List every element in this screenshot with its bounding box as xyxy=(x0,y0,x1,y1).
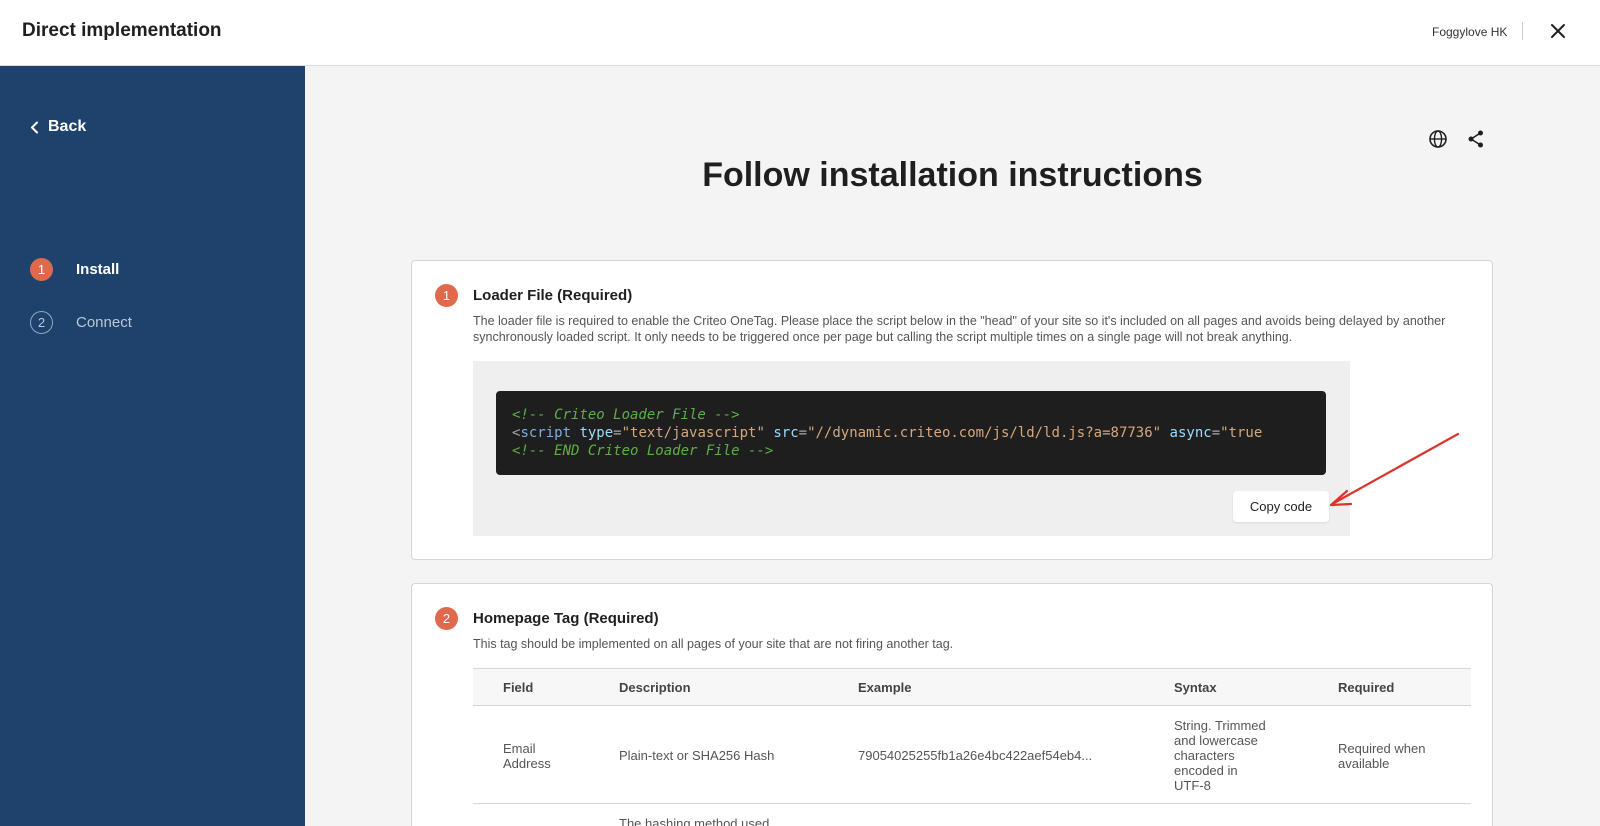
code-comment: <!-- END Criteo Loader File --> xyxy=(512,443,774,459)
code-token: script xyxy=(520,425,572,441)
cell-syntax xyxy=(1144,803,1308,826)
table-row: Email Address Plain-text or SHA256 Hash … xyxy=(473,705,1471,804)
share-button[interactable] xyxy=(1465,128,1487,150)
cell-required xyxy=(1308,803,1471,826)
column-header: Description xyxy=(589,668,828,706)
code-token: "//dynamic.criteo.com/js/ld/ld.js?a=8773… xyxy=(807,425,1162,441)
code-token: async xyxy=(1169,425,1212,441)
divider xyxy=(1522,22,1523,40)
cell-field xyxy=(473,803,589,826)
step-label: Install xyxy=(76,261,120,278)
page-title: Direct implementation xyxy=(22,20,222,41)
code-token: type xyxy=(579,425,614,441)
close-icon xyxy=(1551,24,1565,38)
share-icon xyxy=(1468,130,1483,148)
code-token: "text/javascript" xyxy=(621,425,765,441)
step-connect[interactable]: 2 Connect xyxy=(30,311,132,334)
step-label: Connect xyxy=(76,314,132,331)
step-badge: 2 xyxy=(435,607,458,630)
cell-syntax: String. Trimmed and lowercase characters… xyxy=(1144,705,1308,804)
back-label: Back xyxy=(48,118,87,135)
card-title: Homepage Tag (Required) xyxy=(473,610,659,627)
step-number: 2 xyxy=(30,311,53,334)
card-description: This tag should be implemented on all pa… xyxy=(473,637,954,651)
column-header: Syntax xyxy=(1144,668,1308,706)
cell-description: Plain-text or SHA256 Hash xyxy=(589,705,828,804)
cell-example: 79054025255fb1a26e4bc422aef54eb4... xyxy=(828,705,1144,804)
close-button[interactable] xyxy=(1545,18,1571,44)
table-row: The hashing method used for the email. P… xyxy=(473,803,1471,826)
cell-example xyxy=(828,803,1144,826)
card-title: Loader File (Required) xyxy=(473,287,633,304)
code-token: = xyxy=(1211,425,1221,441)
column-header: Required xyxy=(1308,668,1471,706)
homepage-tag-card: 2 Homepage Tag (Required) This tag shoul… xyxy=(411,583,1493,826)
code-token: "true xyxy=(1220,425,1263,441)
cell-field: Email Address xyxy=(473,705,589,804)
page-heading: Follow installation instructions xyxy=(702,156,1203,194)
back-button[interactable]: Back xyxy=(30,118,86,136)
column-header: Field xyxy=(473,668,589,706)
code-token: src xyxy=(773,425,799,441)
code-block[interactable]: <!-- Criteo Loader File --> <script type… xyxy=(496,391,1326,475)
code-comment: <!-- Criteo Loader File --> xyxy=(512,407,740,423)
cell-description: The hashing method used for the email. P… xyxy=(589,803,828,826)
fields-table: Field Description Example Syntax Require… xyxy=(473,668,1471,826)
step-number: 1 xyxy=(30,258,53,281)
step-install[interactable]: 1 Install xyxy=(30,258,119,281)
copy-code-button[interactable]: Copy code xyxy=(1233,491,1329,522)
sidebar: Back 1 Install 2 Connect xyxy=(0,66,305,826)
globe-icon xyxy=(1429,130,1447,148)
annotation-arrow xyxy=(1329,432,1460,507)
step-badge: 1 xyxy=(435,284,458,307)
table-header-row: Field Description Example Syntax Require… xyxy=(473,668,1471,706)
code-snippet-panel: <!-- Criteo Loader File --> <script type… xyxy=(473,361,1350,536)
top-bar: Direct implementation Foggylove HK xyxy=(0,0,1600,66)
card-description: The loader file is required to enable th… xyxy=(473,314,1446,344)
chevron-left-icon xyxy=(31,121,38,133)
column-header: Example xyxy=(828,668,1144,706)
loader-file-card: 1 Loader File (Required) The loader file… xyxy=(411,260,1493,560)
account-name[interactable]: Foggylove HK xyxy=(1432,25,1507,39)
language-button[interactable] xyxy=(1427,128,1449,150)
code-token: = xyxy=(798,425,808,441)
code-token: = xyxy=(613,425,622,441)
cell-required: Required when available xyxy=(1308,705,1471,804)
